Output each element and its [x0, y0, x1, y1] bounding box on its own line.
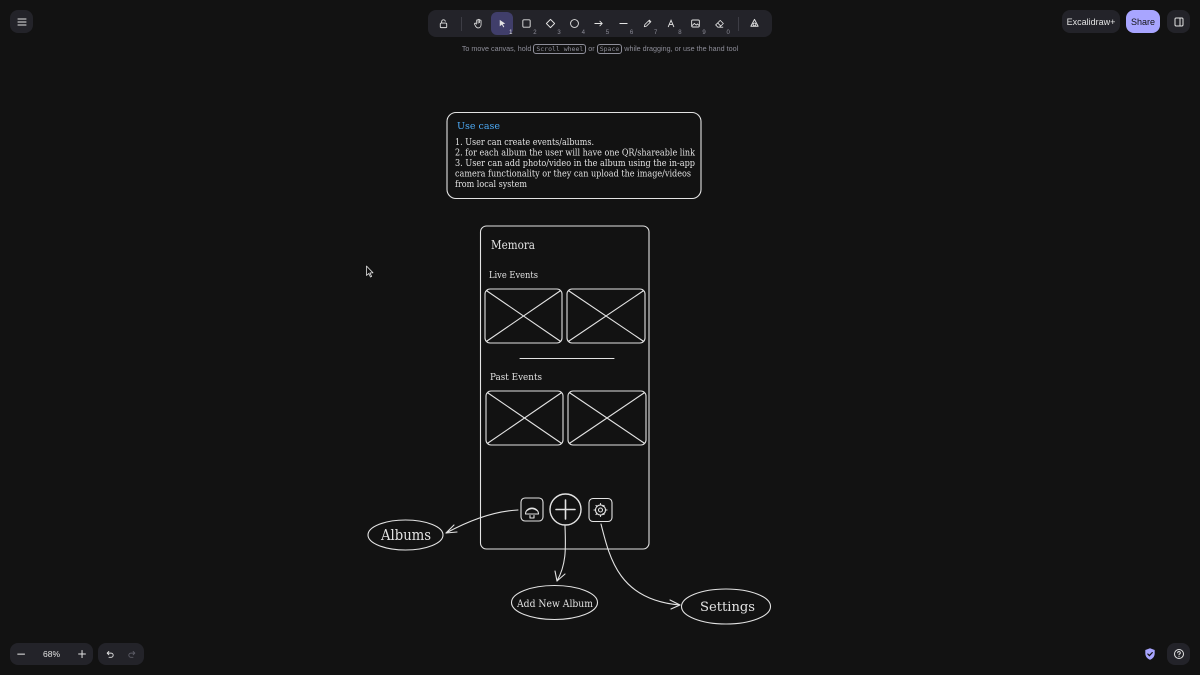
arrow-to-settings	[600, 523, 681, 610]
settings-label: Settings	[700, 600, 755, 615]
redo-icon[interactable]	[127, 649, 138, 660]
add-album-nav-icon	[549, 493, 582, 526]
live-event-image-1	[484, 288, 563, 344]
mouse-cursor-icon	[366, 265, 374, 278]
zoom-in-button[interactable]: +	[71, 647, 93, 661]
help-button[interactable]	[1167, 643, 1190, 665]
phone-live-label: Live Events	[489, 270, 538, 281]
usecase-title: Use case	[457, 121, 500, 132]
undo-icon[interactable]	[104, 649, 115, 660]
past-event-image-1	[485, 390, 564, 446]
history-controls	[98, 643, 144, 665]
zoom-out-button[interactable]: −	[10, 647, 32, 661]
usecase-line-5: from local system	[455, 179, 527, 190]
arrow-to-albums	[445, 509, 519, 534]
usecase-line-2: 2. for each album the user will have one…	[455, 148, 695, 159]
help-icon	[1173, 649, 1184, 659]
usecase-line-3: 3. User can add photo/video in the album…	[455, 158, 695, 169]
albums-nav-icon	[520, 497, 544, 522]
live-event-image-2	[566, 288, 646, 344]
encryption-shield-icon[interactable]	[1143, 647, 1157, 661]
phone-past-label: Past Events	[490, 372, 542, 383]
zoom-controls: − 68% +	[10, 643, 93, 665]
past-event-image-2	[567, 390, 647, 446]
usecase-line-1: 1. User can create events/albums.	[455, 137, 594, 148]
drawing-canvas[interactable]: Use case 1. User can create events/album…	[0, 0, 1200, 675]
albums-label: Albums	[380, 528, 431, 544]
add-album-label: Add New Album	[516, 598, 593, 610]
usecase-line-4: camera functionality or they can upload …	[455, 169, 691, 180]
phone-app-name: Memora	[491, 237, 535, 252]
arrow-to-add-album	[554, 525, 566, 582]
settings-nav-icon	[588, 497, 613, 523]
zoom-level[interactable]: 68%	[32, 649, 71, 659]
